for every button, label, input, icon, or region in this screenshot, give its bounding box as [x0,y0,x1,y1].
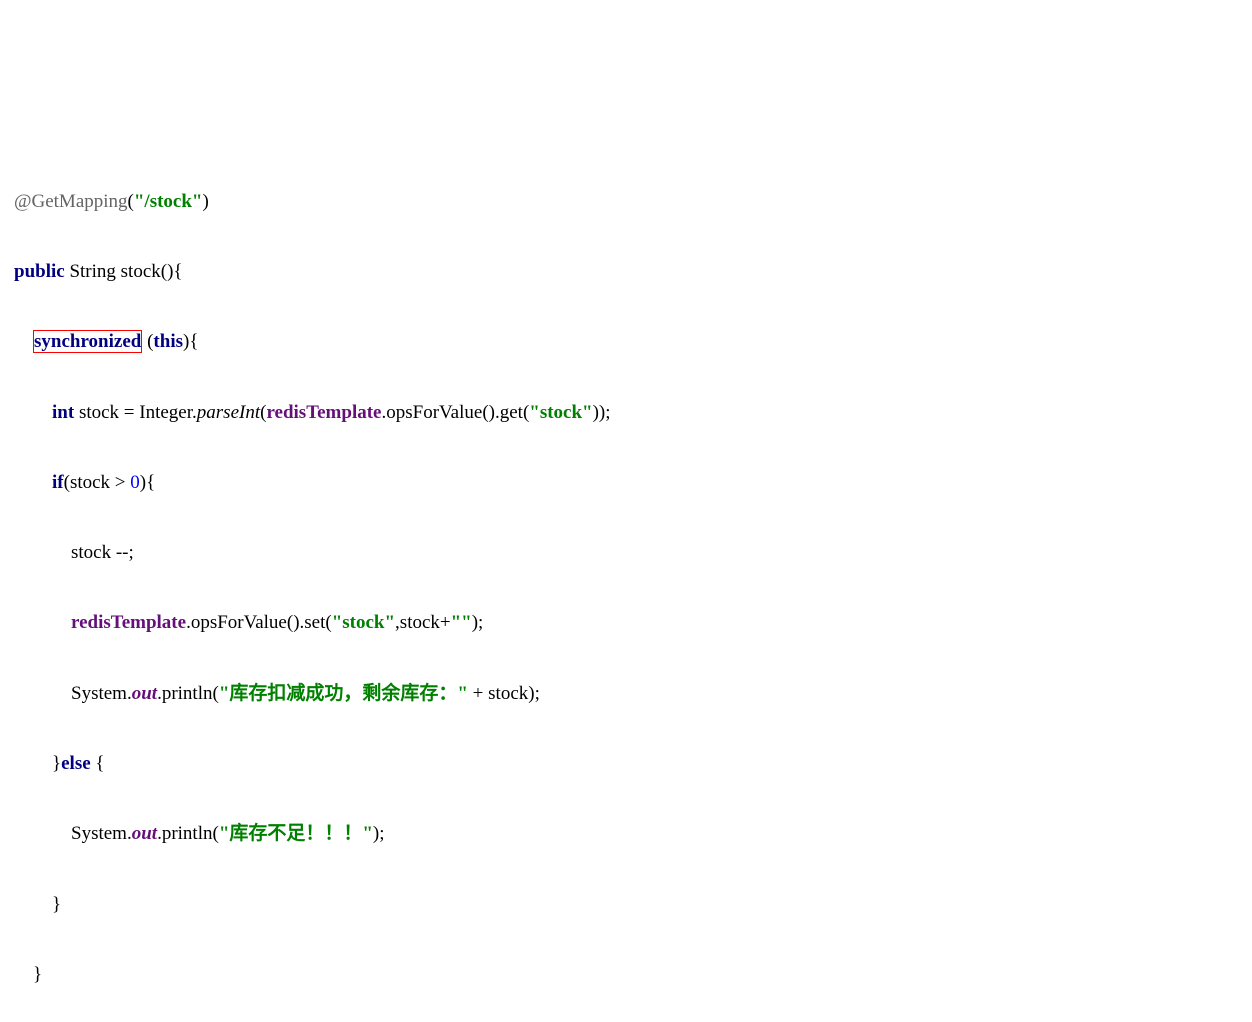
method-name: stock [121,261,161,282]
code-line: System.out.println("库存不足！！！"); [14,816,1238,851]
code-line: stock --; [14,535,1238,570]
paren: ) [202,191,208,212]
variable: stock [400,612,440,633]
keyword-this: this [153,331,183,352]
operator: -- [111,542,128,563]
method-call: println [162,823,213,844]
type: String [69,261,115,282]
keyword-if: if [52,472,64,493]
class-name: Integer [139,402,192,423]
number-literal: 0 [130,472,140,493]
keyword-synchronized: synchronized [33,330,142,353]
code-block: @GetMapping("/stock") public String stoc… [14,149,1238,1022]
static-method: parseInt [197,402,260,423]
variable: stock [488,683,528,704]
method-call: println [162,683,213,704]
keyword-public: public [14,261,65,282]
code-line: }else { [14,746,1238,781]
variable: stock [79,402,119,423]
code-line: } [14,957,1238,992]
string-literal: "库存扣减成功，剩余库存：" [219,683,468,704]
code-line: if(stock > 0){ [14,465,1238,500]
code-line: int stock = Integer.parseInt(redisTempla… [14,395,1238,430]
method-call: get [500,402,523,423]
string-literal: "stock" [332,612,395,633]
code-line: synchronized (this){ [14,324,1238,359]
string-literal: "" [451,612,472,633]
field: redisTemplate [266,402,381,423]
variable: stock [70,472,110,493]
string-literal: "库存不足！！！" [219,823,373,844]
static-field: out [132,683,157,704]
code-line: redisTemplate.opsForValue().set("stock",… [14,605,1238,640]
operator: + [440,612,451,633]
string-literal: "stock" [529,402,592,423]
code-line: } [14,887,1238,922]
method-call: set [304,612,325,633]
operator: + [468,683,488,704]
field: redisTemplate [71,612,186,633]
code-line: @GetMapping("/stock") [14,184,1238,219]
keyword-int: int [52,402,74,423]
keyword-else: else [61,753,91,774]
variable: stock [71,542,111,563]
method-call: opsForValue [191,612,287,633]
static-field: out [132,823,157,844]
method-call: opsForValue [386,402,482,423]
code-line: public String stock(){ [14,254,1238,289]
code-line: System.out.println("库存扣减成功，剩余库存：" + stoc… [14,676,1238,711]
class-name: System [71,683,127,704]
annotation: @GetMapping [14,191,128,212]
class-name: System [71,823,127,844]
string-literal: "/stock" [134,191,203,212]
